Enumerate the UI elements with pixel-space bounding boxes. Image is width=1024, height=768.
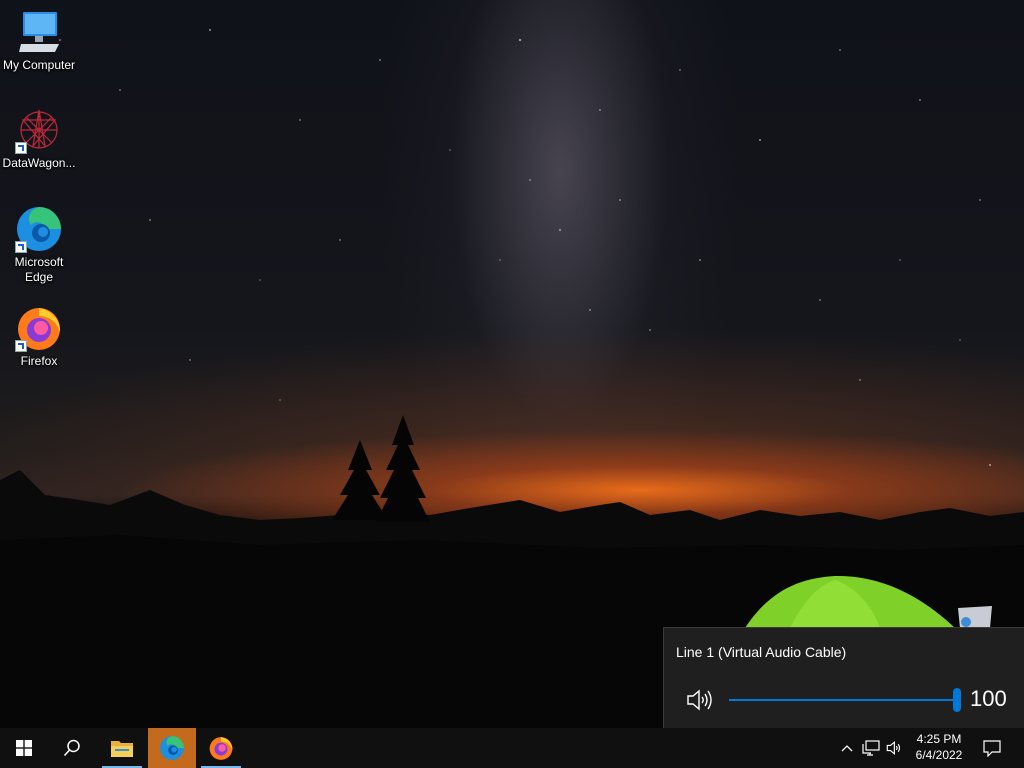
audio-device-name[interactable]: Line 1 (Virtual Audio Cable) — [676, 644, 846, 660]
search-icon — [63, 739, 80, 757]
taskbar-file-explorer[interactable] — [98, 728, 146, 768]
volume-tray-button[interactable] — [884, 728, 906, 768]
network-icon — [862, 740, 880, 756]
desktop-icon-firefox[interactable]: Firefox — [0, 304, 78, 369]
shortcut-arrow-icon — [15, 142, 27, 154]
edge-icon — [160, 736, 184, 760]
volume-flyout: Line 1 (Virtual Audio Cable) 100 — [663, 627, 1024, 728]
shortcut-arrow-icon — [15, 241, 27, 253]
desktop-icon-datawagon[interactable]: DataWagon... — [0, 106, 78, 171]
desktop-icon-microsoft-edge[interactable]: Microsoft Edge — [0, 205, 78, 285]
clock-time: 4:25 PM — [916, 732, 962, 746]
firefox-icon — [15, 304, 63, 352]
file-explorer-icon — [111, 741, 133, 757]
clock[interactable]: 4:25 PM 6/4/2022 — [904, 731, 974, 763]
desktop-icon-label: DataWagon... — [2, 156, 76, 170]
speaker-mute-button[interactable] — [686, 689, 714, 711]
volume-slider-thumb[interactable] — [953, 688, 961, 712]
desktop-icon-my-computer[interactable]: My Computer — [0, 8, 78, 73]
volume-slider-track[interactable] — [729, 699, 959, 701]
desktop-icon-label: Firefox — [20, 354, 58, 368]
chevron-up-icon — [841, 745, 853, 752]
wallpaper-scene — [0, 29, 1024, 728]
start-button[interactable] — [0, 728, 48, 768]
volume-value: 100 — [970, 686, 1007, 711]
recycle-bin-icon — [958, 606, 992, 628]
start-icon — [16, 740, 32, 756]
datawagon-icon — [15, 106, 63, 154]
desktop-icon-label: My Computer — [2, 58, 76, 72]
search-button[interactable] — [48, 728, 96, 768]
stars — [59, 29, 991, 466]
notifications-button[interactable] — [980, 728, 1004, 768]
taskbar-edge[interactable] — [148, 728, 196, 768]
computer-icon — [15, 8, 63, 56]
taskbar-firefox[interactable] — [197, 728, 245, 768]
shortcut-arrow-icon — [15, 340, 27, 352]
edge-icon — [15, 205, 63, 253]
desktop-wallpaper — [0, 0, 1024, 728]
firefox-icon — [209, 737, 233, 760]
clock-date: 6/4/2022 — [915, 748, 963, 762]
taskbar: 4:25 PM 6/4/2022 — [0, 728, 1024, 768]
speaker-icon — [687, 689, 712, 711]
speaker-icon — [886, 740, 901, 756]
notification-icon — [983, 740, 1001, 757]
pine-trees — [332, 415, 430, 522]
desktop-icon-label: Microsoft Edge — [14, 255, 64, 284]
show-hidden-icons-button[interactable] — [836, 728, 858, 768]
network-button[interactable] — [860, 728, 882, 768]
